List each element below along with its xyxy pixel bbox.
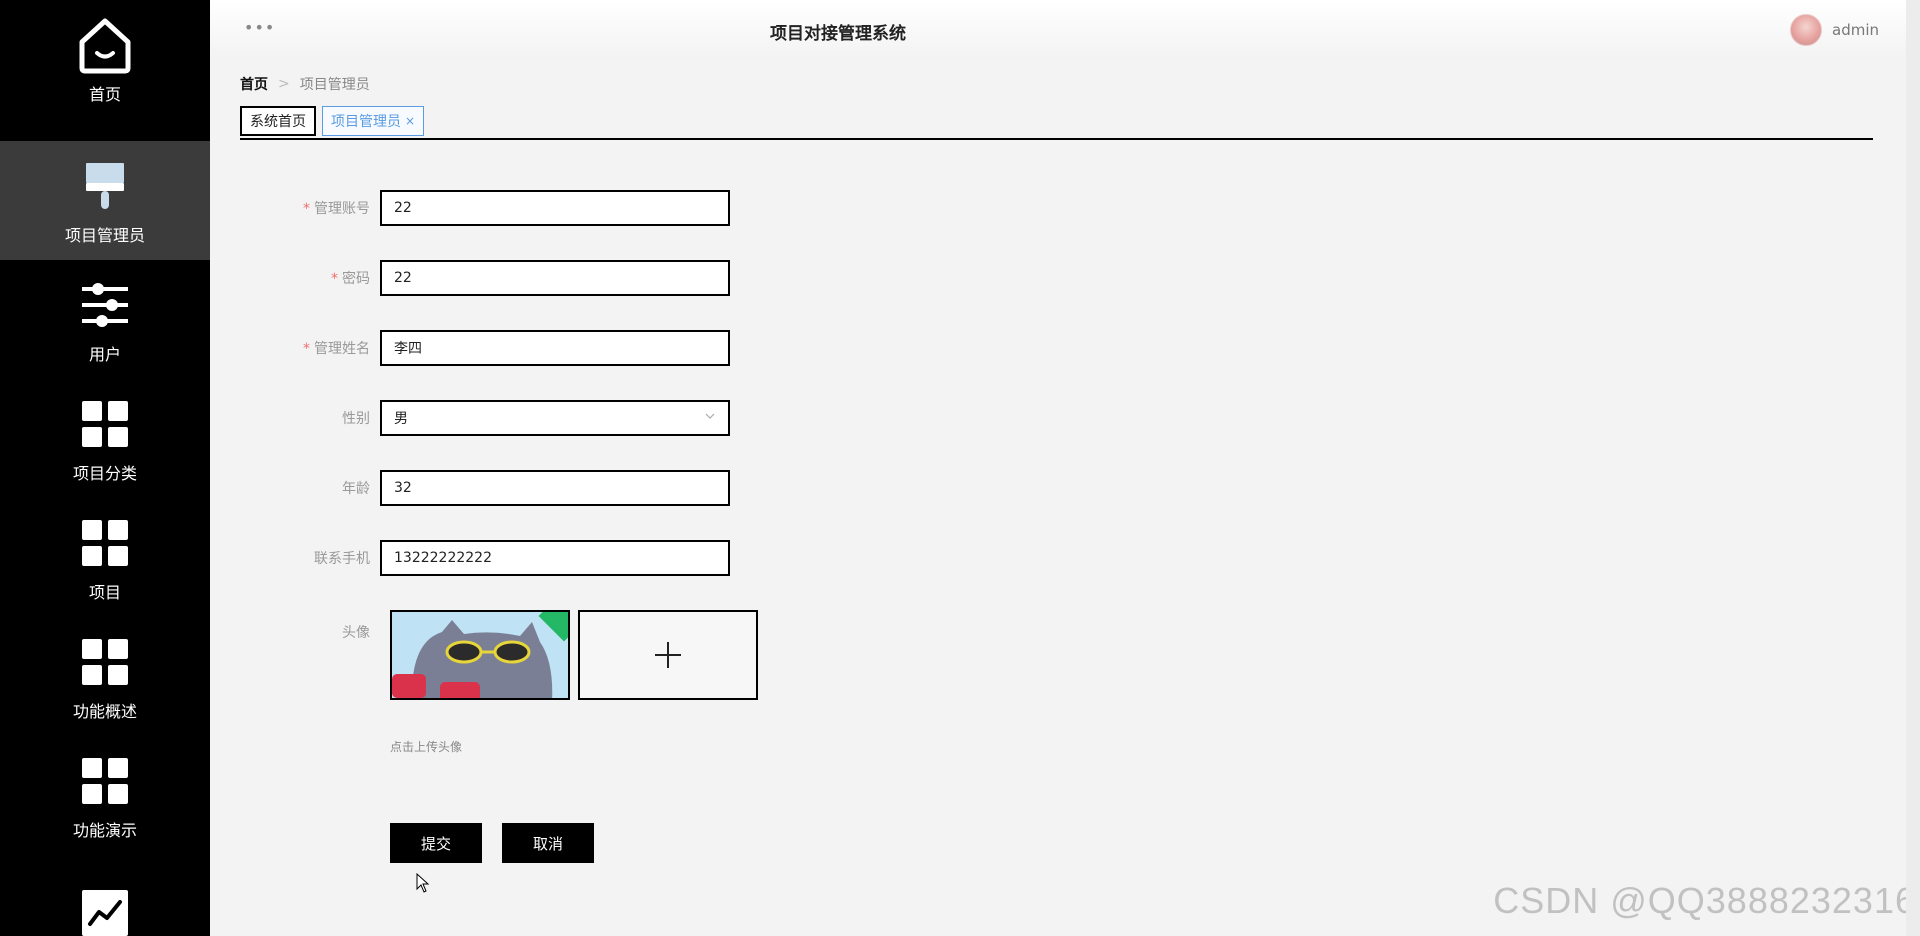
sidebar-item-label: 功能演示 [72,820,137,840]
form-label: 年龄 [342,481,370,497]
account-input[interactable] [380,190,730,226]
form-row-phone: 联系手机 [240,540,840,576]
password-input[interactable] [380,260,730,296]
sidebar: 首页 项目管理员 用户 项目分类 项目 功能概述 功能演示 [0,0,210,936]
sidebar-item-statistics[interactable] [0,855,210,936]
gender-selected-value: 男 [394,411,408,427]
upload-button[interactable] [578,610,758,700]
close-icon[interactable]: × [405,114,415,128]
sidebar-item-label: 功能概述 [72,701,137,721]
upload-hint: 点击上传头像 [390,740,463,754]
watermark: CSDN @QQ3888232316 [1493,880,1916,921]
breadcrumb-separator: > [278,76,290,92]
sidebar-item-project-category[interactable]: 项目分类 [0,379,210,498]
breadcrumb-home[interactable]: 首页 [240,74,268,94]
phone-input[interactable] [380,540,730,576]
form-row-name: * 管理姓名 [240,330,840,366]
chart-icon [75,883,135,936]
tab-system-home[interactable]: 系统首页 [240,106,316,136]
breadcrumb: 首页 > 项目管理员 [240,74,370,94]
avatar-thumbnail[interactable] [390,610,570,700]
form-label: * 管理姓名 [303,341,370,357]
sidebar-item-label: 项目 [88,582,121,602]
age-input[interactable] [380,470,730,506]
name-input[interactable] [380,330,730,366]
form-label: 性别 [342,411,370,427]
breadcrumb-current: 项目管理员 [299,77,370,93]
sidebar-item-home[interactable]: 首页 [0,0,210,119]
avatar [1790,14,1822,46]
form-label: * 管理账号 [303,201,370,217]
chevron-down-icon [704,410,716,425]
brush-icon [75,156,135,216]
plus-icon [655,642,681,668]
sidebar-item-feature-demo[interactable]: 功能演示 [0,736,210,855]
gender-select[interactable]: 男 [380,400,730,436]
top-header: ••• 项目对接管理系统 admin [210,0,1920,58]
app-title: 项目对接管理系统 [770,24,906,44]
grid-icon [75,751,135,811]
tab-label: 系统首页 [250,114,306,130]
sidebar-item-label: 用户 [88,344,121,364]
tab-label: 项目管理员 [331,114,401,130]
submit-button[interactable]: 提交 [390,823,482,863]
tab-project-admin[interactable]: 项目管理员 × [322,106,425,136]
sliders-icon [75,275,135,335]
cancel-button[interactable]: 取消 [502,823,594,863]
cat-avatar-image [392,612,568,698]
grid-icon [75,394,135,454]
sidebar-item-users[interactable]: 用户 [0,260,210,379]
username: admin [1832,21,1879,39]
sidebar-item-label: 项目管理员 [64,225,145,245]
grid-icon [75,632,135,692]
grid-icon [75,513,135,573]
form-label: * 密码 [331,271,370,287]
form-row-gender: 性别 男 [240,400,840,436]
home-icon [75,15,135,75]
sidebar-item-projects[interactable]: 项目 [0,498,210,617]
mouse-cursor-icon [416,872,430,897]
required-mark: * [303,341,310,357]
user-menu[interactable]: admin [1790,14,1920,46]
sidebar-item-project-admin[interactable]: 项目管理员 [0,141,210,260]
form-row-age: 年龄 [240,470,840,506]
required-mark: * [303,201,310,217]
sidebar-item-label: 首页 [88,84,121,104]
sidebar-item-feature-overview[interactable]: 功能概述 [0,617,210,736]
scrollbar[interactable] [1906,0,1920,936]
required-mark: * [331,271,338,287]
sidebar-item-label: 项目分类 [72,463,137,483]
form-label: 头像 [342,625,370,641]
form-row-account: * 管理账号 [240,190,840,226]
tab-bar: 系统首页 项目管理员 × [240,106,1873,140]
form-row-password: * 密码 [240,260,840,296]
form-label: 联系手机 [314,551,370,567]
